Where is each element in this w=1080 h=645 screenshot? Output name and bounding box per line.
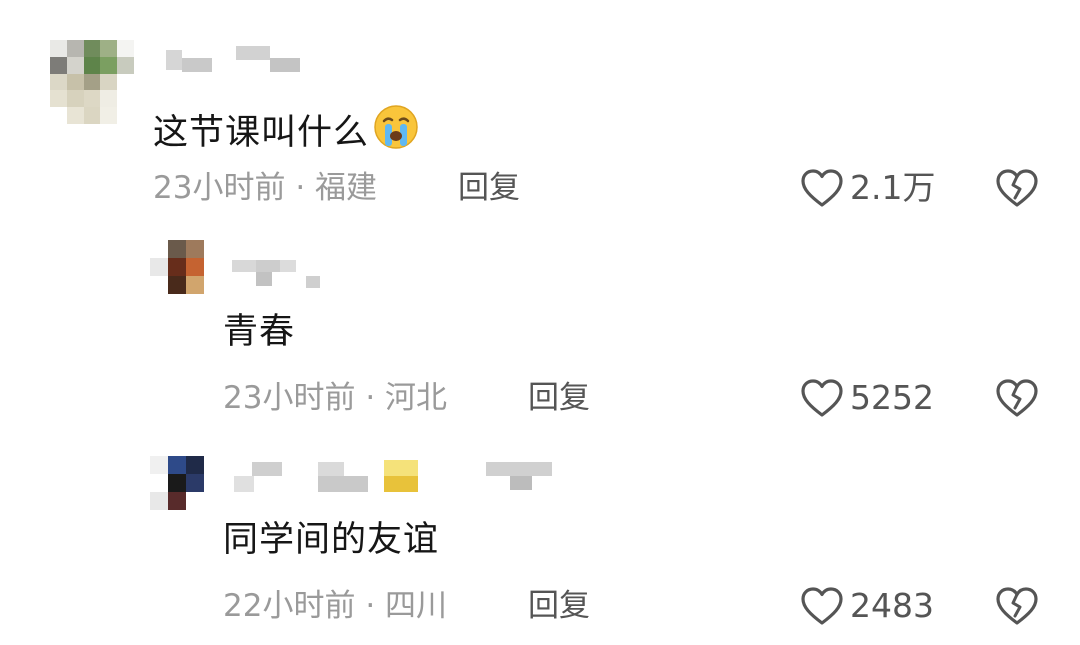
like-button[interactable]: 2.1万 bbox=[800, 168, 935, 208]
broken-heart-icon bbox=[996, 587, 1038, 625]
reply-button[interactable]: 回复 bbox=[528, 588, 590, 624]
like-count: 2483 bbox=[850, 586, 934, 625]
heart-outline-icon bbox=[801, 587, 843, 625]
username-blurred[interactable] bbox=[166, 44, 306, 72]
dislike-button[interactable] bbox=[994, 586, 1040, 630]
avatar[interactable] bbox=[150, 456, 204, 510]
comment-time: 23小时前 bbox=[153, 170, 286, 206]
comment-time: 23小时前 bbox=[223, 380, 356, 416]
crying-face-emoji bbox=[374, 105, 418, 149]
meta-separator: · bbox=[365, 380, 376, 416]
comment-text: 青春 bbox=[223, 312, 296, 352]
comment-text-content: 这节课叫什么 bbox=[153, 113, 370, 153]
comment-location: 河北 bbox=[385, 380, 448, 416]
like-count: 5252 bbox=[850, 378, 934, 417]
comment-meta: 23小时前 · 福建 bbox=[153, 170, 377, 206]
like-button[interactable]: 2483 bbox=[800, 586, 934, 626]
heart-outline-icon bbox=[801, 379, 843, 417]
like-count: 2.1万 bbox=[850, 168, 936, 207]
username-blurred[interactable] bbox=[234, 460, 564, 492]
avatar[interactable] bbox=[50, 40, 134, 124]
dislike-button[interactable] bbox=[994, 168, 1040, 212]
broken-heart-icon bbox=[996, 169, 1038, 207]
comment-time: 22小时前 bbox=[223, 588, 356, 624]
broken-heart-icon bbox=[996, 379, 1038, 417]
like-button[interactable]: 5252 bbox=[800, 378, 934, 418]
comment-location: 四川 bbox=[385, 588, 448, 624]
reply-button[interactable]: 回复 bbox=[528, 380, 590, 416]
comment-text: 这节课叫什么 bbox=[153, 104, 419, 153]
username-blurred[interactable] bbox=[232, 258, 332, 288]
heart-outline-icon bbox=[801, 169, 843, 207]
avatar[interactable] bbox=[150, 240, 204, 294]
comment-location: 福建 bbox=[315, 170, 378, 206]
comment-text: 同学间的友谊 bbox=[223, 520, 440, 560]
comment-meta: 22小时前 · 四川 bbox=[223, 588, 447, 624]
reply-button[interactable]: 回复 bbox=[458, 170, 520, 206]
meta-separator: · bbox=[295, 170, 306, 206]
dislike-button[interactable] bbox=[994, 378, 1040, 422]
meta-separator: · bbox=[365, 588, 376, 624]
comment-meta: 23小时前 · 河北 bbox=[223, 380, 447, 416]
